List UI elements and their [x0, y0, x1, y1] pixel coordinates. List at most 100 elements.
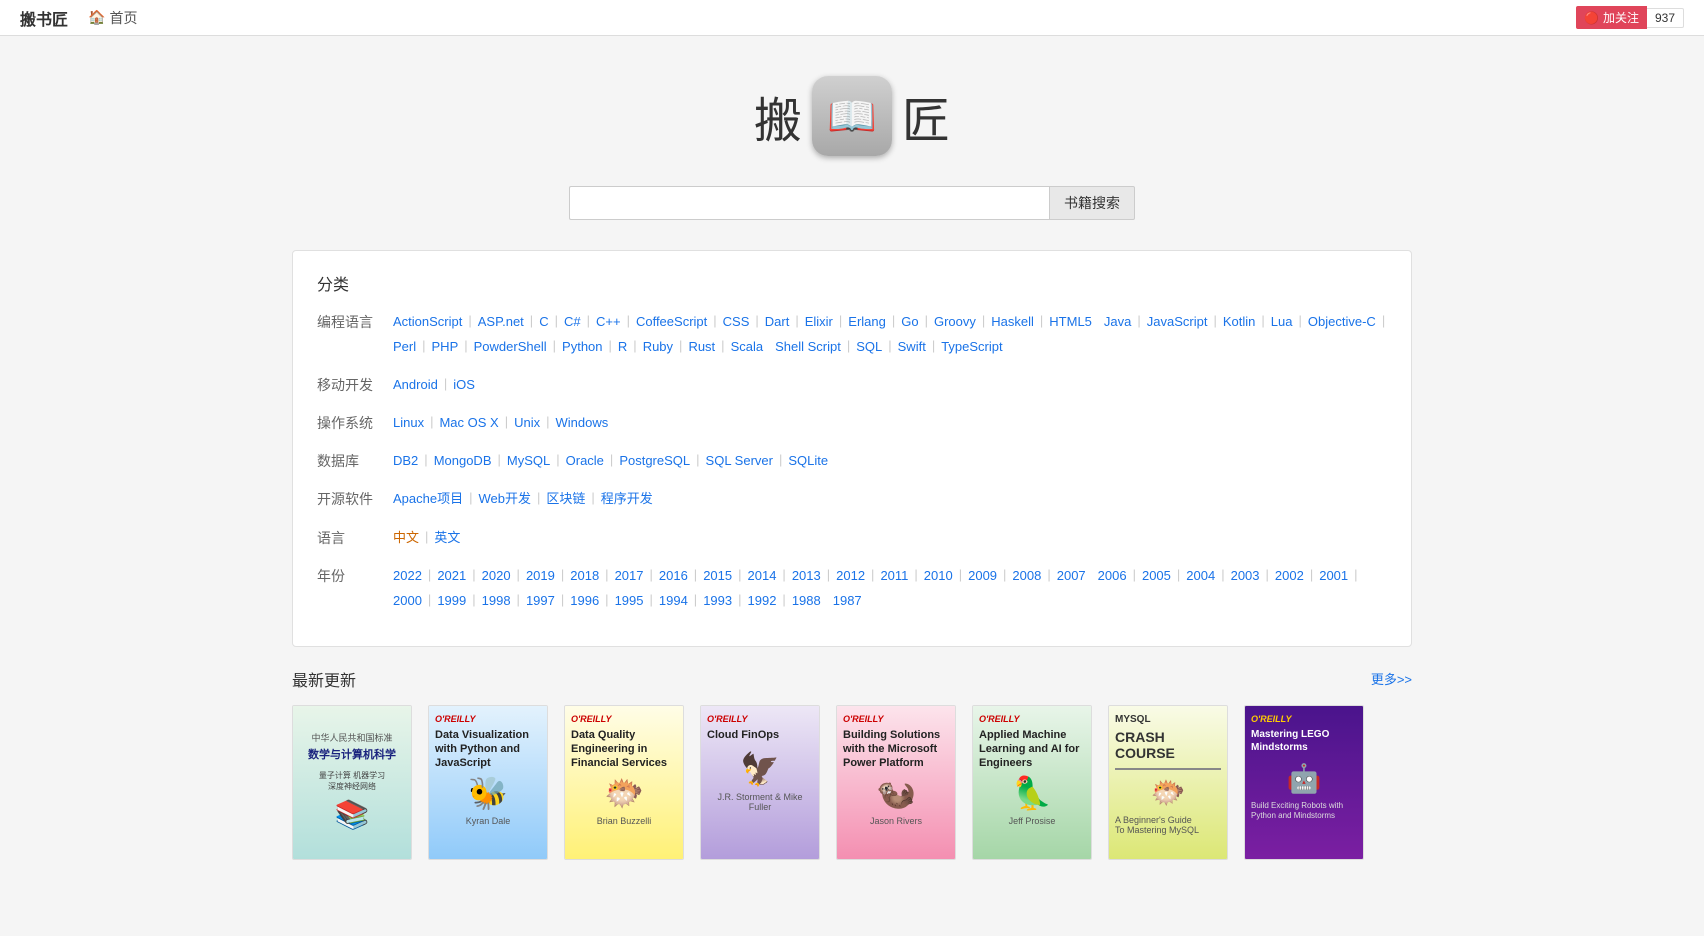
link-2009[interactable]: 2009	[962, 563, 1003, 588]
link-blockchain[interactable]: 区块链	[540, 486, 591, 511]
link-erlang[interactable]: Erlang	[842, 309, 892, 334]
link-1999[interactable]: 1999	[431, 588, 472, 613]
link-2022[interactable]: 2022	[387, 563, 428, 588]
book-card-7[interactable]: MYSQL CRASH COURSE 🐡 A Beginner's GuideT…	[1108, 705, 1228, 860]
link-progdev[interactable]: 程序开发	[595, 486, 659, 511]
link-1993[interactable]: 1993	[697, 588, 738, 613]
link-html5[interactable]: HTML5	[1043, 309, 1098, 334]
link-1997[interactable]: 1997	[520, 588, 561, 613]
link-chinese[interactable]: 中文	[387, 525, 425, 550]
link-2014[interactable]: 2014	[742, 563, 783, 588]
link-css[interactable]: CSS	[717, 309, 756, 334]
link-postgresql[interactable]: PostgreSQL	[613, 448, 696, 473]
link-2016[interactable]: 2016	[653, 563, 694, 588]
link-elixir[interactable]: Elixir	[799, 309, 839, 334]
link-mongodb[interactable]: MongoDB	[428, 448, 498, 473]
link-2015[interactable]: 2015	[697, 563, 738, 588]
link-2004[interactable]: 2004	[1180, 563, 1221, 588]
link-2011[interactable]: 2011	[874, 563, 914, 588]
link-1998[interactable]: 1998	[476, 588, 517, 613]
link-c[interactable]: C	[533, 309, 554, 334]
link-go[interactable]: Go	[895, 309, 924, 334]
weibo-follow-button[interactable]: 🔴 加关注	[1576, 6, 1647, 29]
book-card-4[interactable]: O'REILLY Cloud FinOps 🦅 J.R. Storment & …	[700, 705, 820, 860]
category-label-programming: 编程语言	[317, 309, 387, 335]
link-csharp[interactable]: C#	[558, 309, 587, 334]
book-card-5[interactable]: O'REILLY Building Solutions with the Mic…	[836, 705, 956, 860]
link-2013[interactable]: 2013	[786, 563, 827, 588]
link-macosx[interactable]: Mac OS X	[433, 410, 504, 435]
link-apache[interactable]: Apache项目	[387, 486, 469, 511]
book-card-1[interactable]: 中华人民共和国标准 数学与计算机科学 量子计算 机器学习深度神经网络 📚	[292, 705, 412, 860]
book-card-2[interactable]: O'REILLY Data Visualization with Python …	[428, 705, 548, 860]
link-2003[interactable]: 2003	[1225, 563, 1266, 588]
link-2012[interactable]: 2012	[830, 563, 871, 588]
link-actionscript[interactable]: ActionScript	[387, 309, 468, 334]
link-shellscript[interactable]: Shell Script	[769, 334, 847, 359]
home-nav[interactable]: 🏠 首页	[88, 8, 137, 28]
link-2008[interactable]: 2008	[1006, 563, 1047, 588]
link-2019[interactable]: 2019	[520, 563, 561, 588]
link-ios[interactable]: iOS	[447, 372, 481, 397]
link-2002[interactable]: 2002	[1269, 563, 1310, 588]
more-link[interactable]: 更多>>	[1371, 669, 1412, 688]
link-sql[interactable]: SQL	[850, 334, 888, 359]
category-row-mobile: 移动开发 Android| iOS	[317, 372, 1387, 398]
link-2020[interactable]: 2020	[476, 563, 517, 588]
link-2018[interactable]: 2018	[564, 563, 605, 588]
book-card-6[interactable]: O'REILLY Applied Machine Learning and AI…	[972, 705, 1092, 860]
link-aspnet[interactable]: ASP.net	[472, 309, 530, 334]
link-1994[interactable]: 1994	[653, 588, 694, 613]
link-java[interactable]: Java	[1098, 309, 1137, 334]
link-powdershell[interactable]: PowderShell	[468, 334, 553, 359]
link-haskell[interactable]: Haskell	[985, 309, 1040, 334]
book-cover-3: O'REILLY Data Quality Engineering in Fin…	[564, 705, 684, 860]
link-english[interactable]: 英文	[428, 525, 466, 550]
link-2006[interactable]: 2006	[1092, 563, 1133, 588]
link-1988[interactable]: 1988	[786, 588, 827, 613]
link-swift[interactable]: Swift	[892, 334, 932, 359]
link-2000[interactable]: 2000	[387, 588, 428, 613]
link-objc[interactable]: Objective-C	[1302, 309, 1382, 334]
link-2001[interactable]: 2001	[1313, 563, 1354, 588]
link-windows[interactable]: Windows	[550, 410, 615, 435]
link-lua[interactable]: Lua	[1265, 309, 1299, 334]
link-cpp[interactable]: C++	[590, 309, 627, 334]
link-1995[interactable]: 1995	[609, 588, 650, 613]
link-scala[interactable]: Scala	[725, 334, 770, 359]
link-python[interactable]: Python	[556, 334, 608, 359]
link-typescript[interactable]: TypeScript	[935, 334, 1008, 359]
link-kotlin[interactable]: Kotlin	[1217, 309, 1262, 334]
link-1992[interactable]: 1992	[742, 588, 783, 613]
link-linux[interactable]: Linux	[387, 410, 430, 435]
search-input[interactable]	[569, 186, 1049, 220]
link-2007[interactable]: 2007	[1051, 563, 1092, 588]
link-mysql[interactable]: MySQL	[501, 448, 556, 473]
link-1987[interactable]: 1987	[827, 588, 868, 613]
link-android[interactable]: Android	[387, 372, 444, 397]
link-2005[interactable]: 2005	[1136, 563, 1177, 588]
link-1996[interactable]: 1996	[564, 588, 605, 613]
link-oracle[interactable]: Oracle	[560, 448, 610, 473]
link-groovy[interactable]: Groovy	[928, 309, 982, 334]
link-sqlserver[interactable]: SQL Server	[700, 448, 779, 473]
link-sqlite[interactable]: SQLite	[782, 448, 834, 473]
link-2017[interactable]: 2017	[609, 563, 650, 588]
link-2010[interactable]: 2010	[918, 563, 959, 588]
search-button[interactable]: 书籍搜索	[1049, 186, 1135, 220]
link-dart[interactable]: Dart	[759, 309, 796, 334]
link-javascript[interactable]: JavaScript	[1141, 309, 1214, 334]
link-coffeescript[interactable]: CoffeeScript	[630, 309, 713, 334]
link-webdev[interactable]: Web开发	[472, 486, 537, 511]
link-2021[interactable]: 2021	[431, 563, 472, 588]
link-r[interactable]: R	[612, 334, 633, 359]
link-rust[interactable]: Rust	[682, 334, 721, 359]
link-perl[interactable]: Perl	[387, 334, 422, 359]
database-links: DB2| MongoDB| MySQL| Oracle| PostgreSQL|…	[387, 448, 1387, 473]
link-php[interactable]: PHP	[426, 334, 465, 359]
link-db2[interactable]: DB2	[387, 448, 424, 473]
link-unix[interactable]: Unix	[508, 410, 546, 435]
book-card-3[interactable]: O'REILLY Data Quality Engineering in Fin…	[564, 705, 684, 860]
link-ruby[interactable]: Ruby	[637, 334, 679, 359]
book-card-8[interactable]: O'REILLY Mastering LEGO Mindstorms 🤖 Bui…	[1244, 705, 1364, 860]
